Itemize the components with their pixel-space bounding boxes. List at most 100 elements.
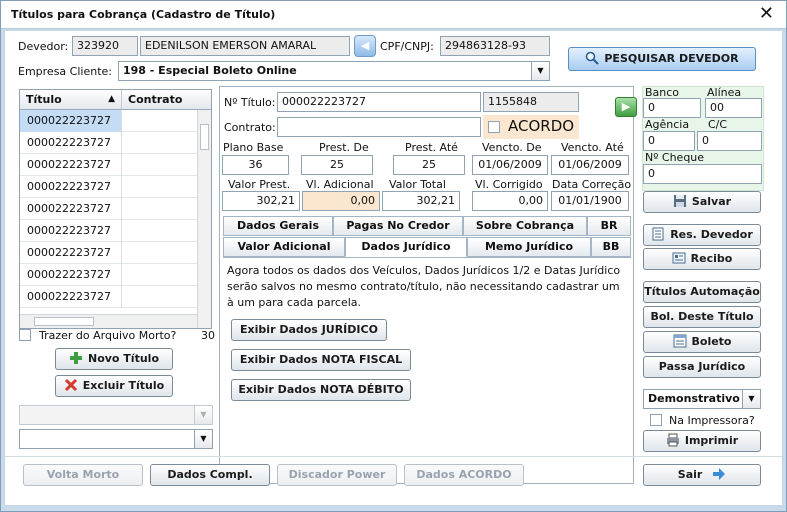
cpf-label: CPF/CNPJ: xyxy=(380,40,434,53)
client-area: Devedor: 323920 EDENILSON EMERSON AMARAL… xyxy=(4,30,783,506)
delete-title-button[interactable]: Excluir Título xyxy=(55,375,173,397)
close-icon[interactable]: ✕ xyxy=(759,3,774,25)
cc-label: C/C xyxy=(708,118,728,131)
table-row[interactable]: 000022223727 xyxy=(20,176,198,198)
plano-field[interactable]: 36 xyxy=(222,155,289,175)
table-row[interactable]: 000022223727 xyxy=(20,132,198,154)
show-juridico-button[interactable]: Exibir Dados JURÍDICO xyxy=(231,319,387,341)
tab-bb[interactable]: BB xyxy=(591,237,631,257)
acordo-checkbox[interactable] xyxy=(488,121,500,133)
empresa-select[interactable]: 198 - Especial Boleto Online ▼ xyxy=(118,61,550,81)
recibo-label: Recibo xyxy=(690,252,733,265)
table-row[interactable]: 000022223727 xyxy=(20,286,198,308)
print-label: Imprimir xyxy=(684,434,739,447)
juridico-description: Agora todos os dados dos Veículos, Dados… xyxy=(227,264,621,309)
table-row[interactable]: 000022223727 xyxy=(20,110,198,132)
arrow-right-icon xyxy=(712,467,726,481)
valor-total-label: Valor Total xyxy=(389,178,446,191)
table-row[interactable]: 000022223727 xyxy=(20,220,198,242)
vl-adic-field[interactable]: 0,00 xyxy=(302,191,380,211)
table-cell: 000022223727 xyxy=(20,242,122,264)
tab-divider xyxy=(223,257,631,258)
archive-checkbox[interactable] xyxy=(19,329,31,341)
prest-ate-field[interactable]: 25 xyxy=(393,155,465,175)
data-corr-field[interactable]: 01/01/1900 xyxy=(551,191,629,211)
left-select-2[interactable]: ▼ xyxy=(19,429,213,449)
scrollbar-thumb[interactable] xyxy=(200,124,209,150)
valor-total-field[interactable]: 302,21 xyxy=(382,191,460,211)
bol-deste-titulo-button[interactable]: Bol. Deste Título xyxy=(643,306,761,328)
devedor-name-field[interactable]: EDENILSON EMERSON AMARAL xyxy=(140,36,350,56)
volta-morto-button[interactable]: Volta Morto xyxy=(23,464,143,486)
horizontal-scrollbar[interactable] xyxy=(20,314,197,328)
acordo-label: ACORDO xyxy=(508,117,575,135)
table-row[interactable]: 000022223727 xyxy=(20,198,198,220)
tab-valor-adicional[interactable]: Valor Adicional xyxy=(223,237,345,257)
save-button[interactable]: Salvar xyxy=(643,191,761,213)
demonstrativo-select[interactable]: Demonstrativo ▼ xyxy=(643,389,761,409)
tab-dados-gerais[interactable]: Dados Gerais xyxy=(223,216,333,236)
exit-label: Sair xyxy=(677,468,703,481)
printer-checkbox[interactable] xyxy=(650,414,662,426)
forward-arrow-icon[interactable]: ▶ xyxy=(615,97,637,117)
recibo-button[interactable]: Recibo xyxy=(643,248,761,270)
discador-power-button[interactable]: Discador Power xyxy=(277,464,397,486)
scrollbar-thumb[interactable] xyxy=(34,317,94,326)
alinea-field[interactable]: 00 xyxy=(705,98,762,118)
tab-pagas-credor[interactable]: Pagas No Credor xyxy=(333,216,463,236)
show-nota-debito-button[interactable]: Exibir Dados NOTA DÉBITO xyxy=(231,379,411,401)
table-row[interactable]: 000022223727 xyxy=(20,154,198,176)
prest-de-label: Prest. De xyxy=(319,141,369,154)
agencia-field[interactable]: 0 xyxy=(643,131,695,151)
banco-field[interactable]: 0 xyxy=(643,98,701,118)
empresa-label: Empresa Cliente: xyxy=(18,65,112,78)
search-debtor-button[interactable]: PESQUISAR DEVEDOR xyxy=(568,47,756,71)
vencto-de-field[interactable]: 01/06/2009 xyxy=(472,155,548,175)
vencto-ate-label: Vencto. Até xyxy=(561,141,624,154)
vencto-ate-field[interactable]: 01/06/2009 xyxy=(551,155,629,175)
vl-corr-label: Vl. Corrigido xyxy=(475,178,543,191)
exit-button[interactable]: Sair xyxy=(643,464,761,486)
tab-br[interactable]: BR xyxy=(587,216,631,236)
tab-dados-juridico[interactable]: Dados Jurídico xyxy=(345,237,467,257)
contrato-field[interactable] xyxy=(277,117,481,137)
dados-compl-button[interactable]: Dados Compl. xyxy=(150,464,270,486)
print-button[interactable]: Imprimir xyxy=(643,430,761,452)
valor-prest-field[interactable]: 302,21 xyxy=(222,191,300,211)
dados-acordo-button[interactable]: Dados ACORDO xyxy=(404,464,524,486)
prest-de-field[interactable]: 25 xyxy=(301,155,373,175)
delete-x-icon xyxy=(64,378,78,392)
back-arrow-icon[interactable]: ◀ xyxy=(354,35,376,57)
column-header-titulo[interactable]: Título ▲ xyxy=(20,90,122,110)
cc-field[interactable]: 0 xyxy=(697,131,762,151)
new-title-label: Novo Título xyxy=(87,352,159,365)
boleto-button[interactable]: Boleto xyxy=(643,331,761,353)
chevron-down-icon: ▼ xyxy=(742,390,760,408)
receipt-icon xyxy=(672,251,686,265)
cpf-field[interactable]: 294863128-93 xyxy=(440,36,550,56)
search-debtor-label: PESQUISAR DEVEDOR xyxy=(604,52,739,65)
table-row[interactable]: 000022223727 xyxy=(20,242,198,264)
vertical-scrollbar[interactable] xyxy=(197,110,211,328)
res-devedor-button[interactable]: Res. Devedor xyxy=(643,224,761,246)
vl-corr-field[interactable]: 0,00 xyxy=(472,191,548,211)
sort-up-icon: ▲ xyxy=(108,94,115,104)
column-header-contrato[interactable]: Contrato xyxy=(122,90,211,110)
data-corr-label: Data Correção xyxy=(552,178,632,191)
titulo-extra-field[interactable]: 1155848 xyxy=(483,92,579,112)
titulos-automacao-button[interactable]: Títulos Automação xyxy=(643,281,761,303)
devedor-code-field[interactable]: 323920 xyxy=(72,36,138,56)
valor-prest-label: Valor Prest. xyxy=(228,178,291,191)
cheque-field[interactable]: 0 xyxy=(643,164,762,184)
left-select-1[interactable]: ▼ xyxy=(19,405,213,425)
bottom-divider xyxy=(5,456,782,457)
new-title-button[interactable]: Novo Título xyxy=(55,348,173,370)
tab-memo-juridico[interactable]: Memo Jurídico xyxy=(467,237,591,257)
tab-sobre-cobranca[interactable]: Sobre Cobrança xyxy=(463,216,587,236)
titulo-field[interactable]: 000022223727 xyxy=(277,92,481,112)
table-cell: 000022223727 xyxy=(20,198,122,220)
table-row[interactable]: 000022223727 xyxy=(20,264,198,286)
show-nota-fiscal-button[interactable]: Exibir Dados NOTA FISCAL xyxy=(231,349,411,371)
vl-adic-label: Vl. Adicional xyxy=(306,178,374,191)
passa-juridico-button[interactable]: Passa Jurídico xyxy=(643,356,761,378)
